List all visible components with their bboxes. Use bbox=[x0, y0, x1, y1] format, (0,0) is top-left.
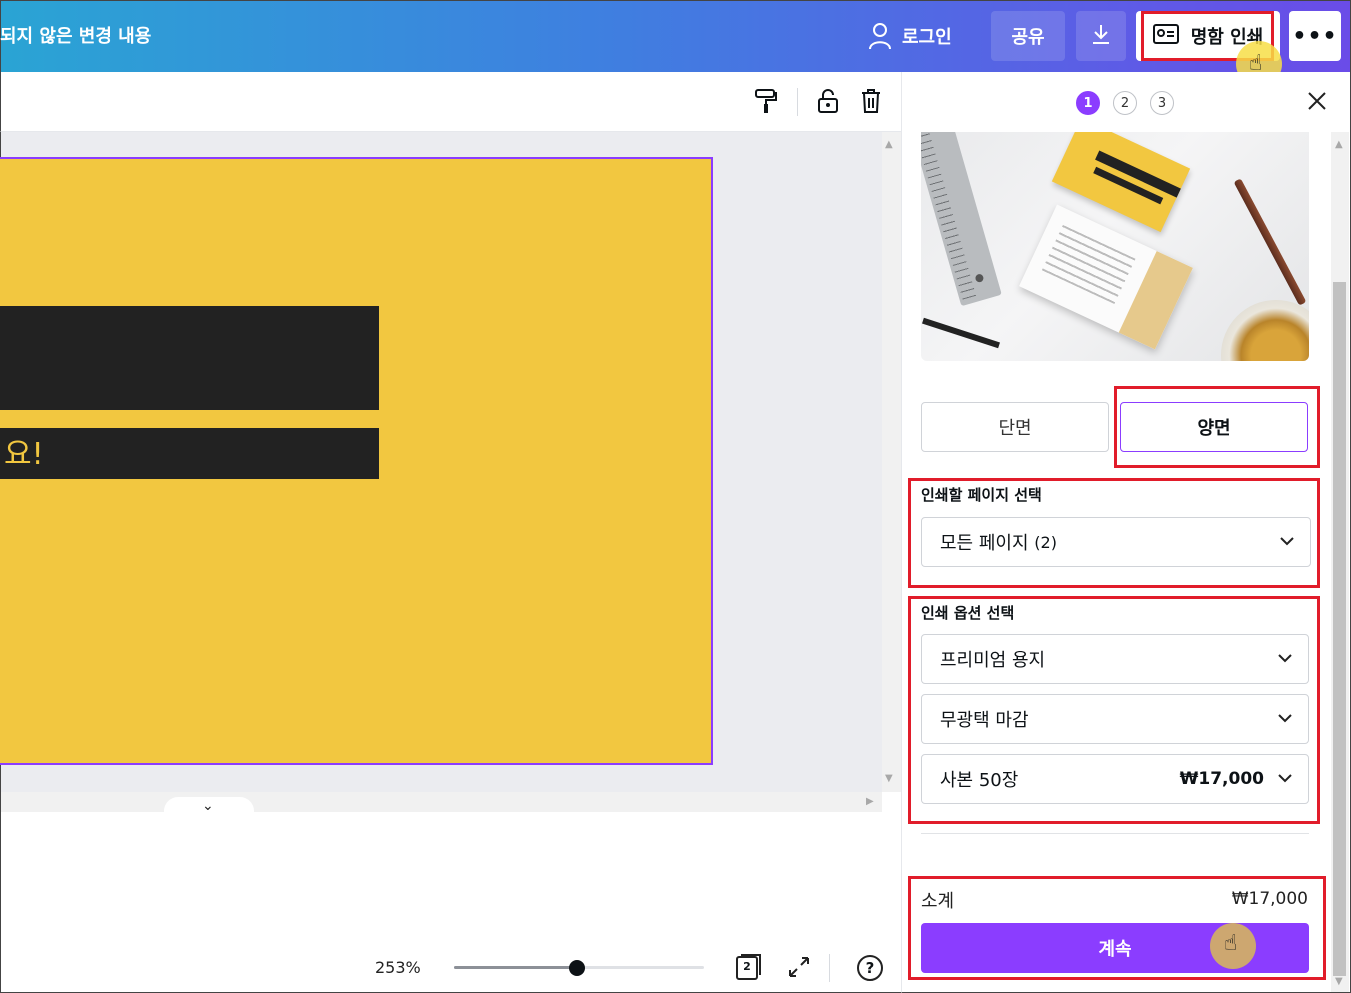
scroll-up-arrow-icon[interactable]: ▲ bbox=[885, 139, 893, 150]
design-text-fragment[interactable]: 요! bbox=[4, 438, 44, 472]
single-sided-option[interactable]: 단면 bbox=[921, 402, 1109, 452]
pages-select[interactable]: 모든 페이지 (2) bbox=[921, 517, 1311, 567]
scroll-down-arrow-icon[interactable]: ▼ bbox=[885, 773, 893, 784]
zoom-level: 253% bbox=[375, 958, 421, 977]
continue-label: 계속 bbox=[1098, 939, 1132, 960]
more-button[interactable]: ••• bbox=[1289, 11, 1341, 61]
panel-scroll-down-arrow-icon[interactable]: ▼ bbox=[1335, 976, 1343, 987]
business-card-icon bbox=[1152, 23, 1179, 49]
paper-select-value: 프리미엄 용지 bbox=[940, 650, 1046, 671]
double-sided-option[interactable]: 양면 bbox=[1120, 402, 1308, 452]
pages-select-count: (2) bbox=[1034, 532, 1057, 552]
chevron-down-icon bbox=[1278, 714, 1292, 723]
copies-price: ₩17,000 bbox=[1179, 769, 1264, 789]
options-section-label: 인쇄 옵션 선택 bbox=[921, 604, 1015, 622]
pages-select-value: 모든 페이지 bbox=[940, 533, 1029, 554]
panel-scroll-up-arrow-icon[interactable]: ▲ bbox=[1335, 139, 1343, 150]
more-icon: ••• bbox=[1292, 23, 1338, 49]
hand-cursor-icon: ☝ bbox=[1224, 931, 1238, 956]
canvas-horizontal-scrollbar[interactable] bbox=[0, 792, 882, 812]
panel-scrollbar-thumb[interactable] bbox=[1333, 282, 1346, 976]
copies-select-value: 사본 50장 bbox=[940, 770, 1019, 791]
share-label: 공유 bbox=[1011, 27, 1045, 48]
trash-icon[interactable] bbox=[858, 88, 884, 114]
editor-footer-area bbox=[0, 812, 901, 993]
login-label: 로그인 bbox=[902, 27, 952, 48]
pages-section-label: 인쇄할 페이지 선택 bbox=[921, 486, 1042, 504]
scroll-right-arrow-icon[interactable]: ▶ bbox=[866, 796, 874, 807]
share-button[interactable]: 공유 bbox=[991, 11, 1065, 61]
unlock-icon[interactable] bbox=[815, 88, 841, 114]
chevron-down-icon bbox=[1278, 654, 1292, 663]
chevron-down-icon bbox=[1278, 774, 1292, 783]
step-2[interactable]: 2 bbox=[1113, 91, 1137, 115]
chevron-down-icon bbox=[1280, 537, 1294, 546]
step-3[interactable]: 3 bbox=[1150, 91, 1174, 115]
toolbar-divider bbox=[797, 88, 798, 116]
subtotal-value: ₩17,000 bbox=[1231, 889, 1308, 909]
panel-divider bbox=[921, 833, 1309, 834]
copies-select[interactable]: 사본 50장 ₩17,000 bbox=[921, 754, 1309, 804]
design-black-bar-top[interactable] bbox=[0, 306, 379, 410]
footer-divider bbox=[829, 954, 830, 982]
fullscreen-expand-icon[interactable] bbox=[787, 955, 811, 979]
business-card-mockup-image bbox=[921, 132, 1309, 361]
zoom-slider-fill bbox=[454, 966, 577, 969]
help-button[interactable]: ? bbox=[857, 955, 883, 981]
finish-select-value: 무광택 마감 bbox=[940, 710, 1029, 731]
design-black-bar-bottom[interactable] bbox=[0, 428, 379, 479]
page-count: 2 bbox=[743, 960, 751, 973]
close-icon[interactable] bbox=[1306, 90, 1328, 112]
download-button[interactable] bbox=[1076, 11, 1126, 61]
download-icon bbox=[1089, 22, 1113, 51]
user-icon bbox=[868, 22, 892, 50]
unsaved-changes-text: 되지 않은 변경 내용 bbox=[0, 26, 152, 47]
login-button[interactable]: 로그인 bbox=[868, 16, 952, 56]
zoom-slider[interactable] bbox=[454, 960, 704, 976]
paint-roller-icon[interactable] bbox=[753, 88, 779, 114]
paper-select[interactable]: 프리미엄 용지 bbox=[921, 634, 1309, 684]
subtotal-label: 소계 bbox=[921, 891, 955, 912]
finish-select[interactable]: 무광택 마감 bbox=[921, 694, 1309, 744]
help-icon: ? bbox=[865, 959, 875, 977]
step-1[interactable]: 1 bbox=[1076, 91, 1100, 115]
canvas-vertical-scrollbar[interactable] bbox=[882, 132, 901, 792]
zoom-slider-handle[interactable] bbox=[568, 960, 585, 976]
